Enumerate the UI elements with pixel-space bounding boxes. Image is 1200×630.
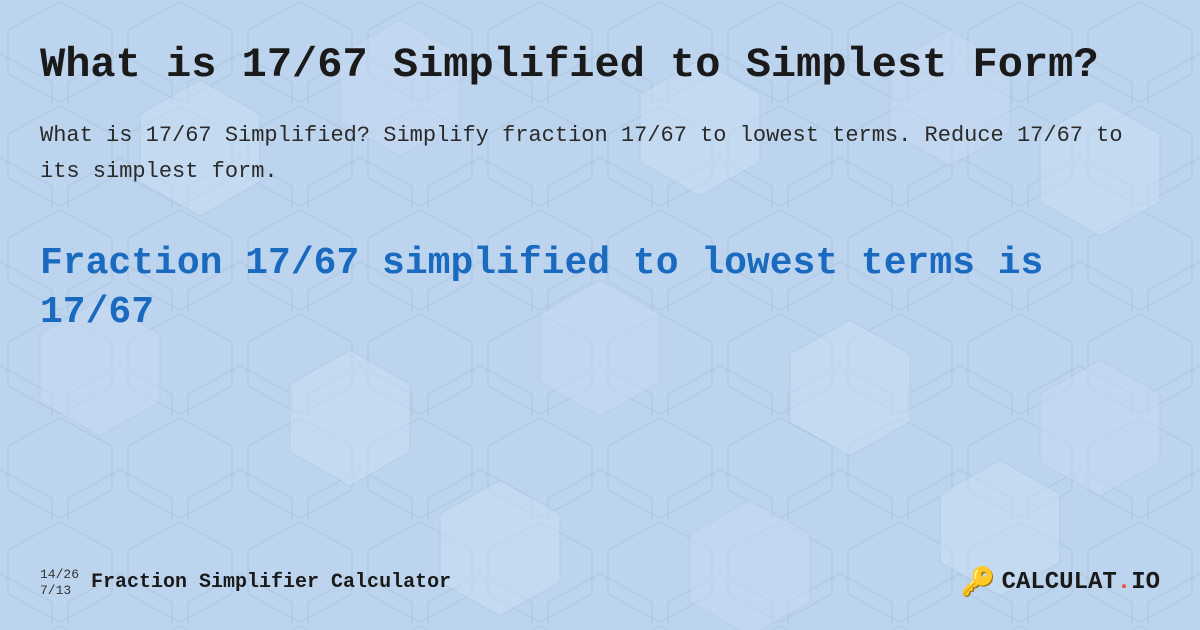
logo-text: CALCULAT.IO [1002,569,1160,596]
footer-fractions: 14/26 7/13 [40,567,79,598]
footer-fraction-1: 14/26 [40,567,79,583]
footer-fraction-2: 7/13 [40,583,79,599]
result-section: Fraction 17/67 simplified to lowest term… [40,229,1160,555]
page-title: What is 17/67 Simplified to Simplest For… [40,40,1160,90]
footer: 14/26 7/13 Fraction Simplifier Calculato… [40,555,1160,600]
logo-icon: 🔑 [961,565,996,600]
description-text: What is 17/67 Simplified? Simplify fract… [40,118,1160,188]
page-content: What is 17/67 Simplified to Simplest For… [0,0,1200,630]
logo-dot: . [1117,569,1131,596]
result-text: Fraction 17/67 simplified to lowest term… [40,239,1160,338]
footer-logo: 🔑 CALCULAT.IO [961,565,1160,600]
footer-label: Fraction Simplifier Calculator [91,571,451,594]
